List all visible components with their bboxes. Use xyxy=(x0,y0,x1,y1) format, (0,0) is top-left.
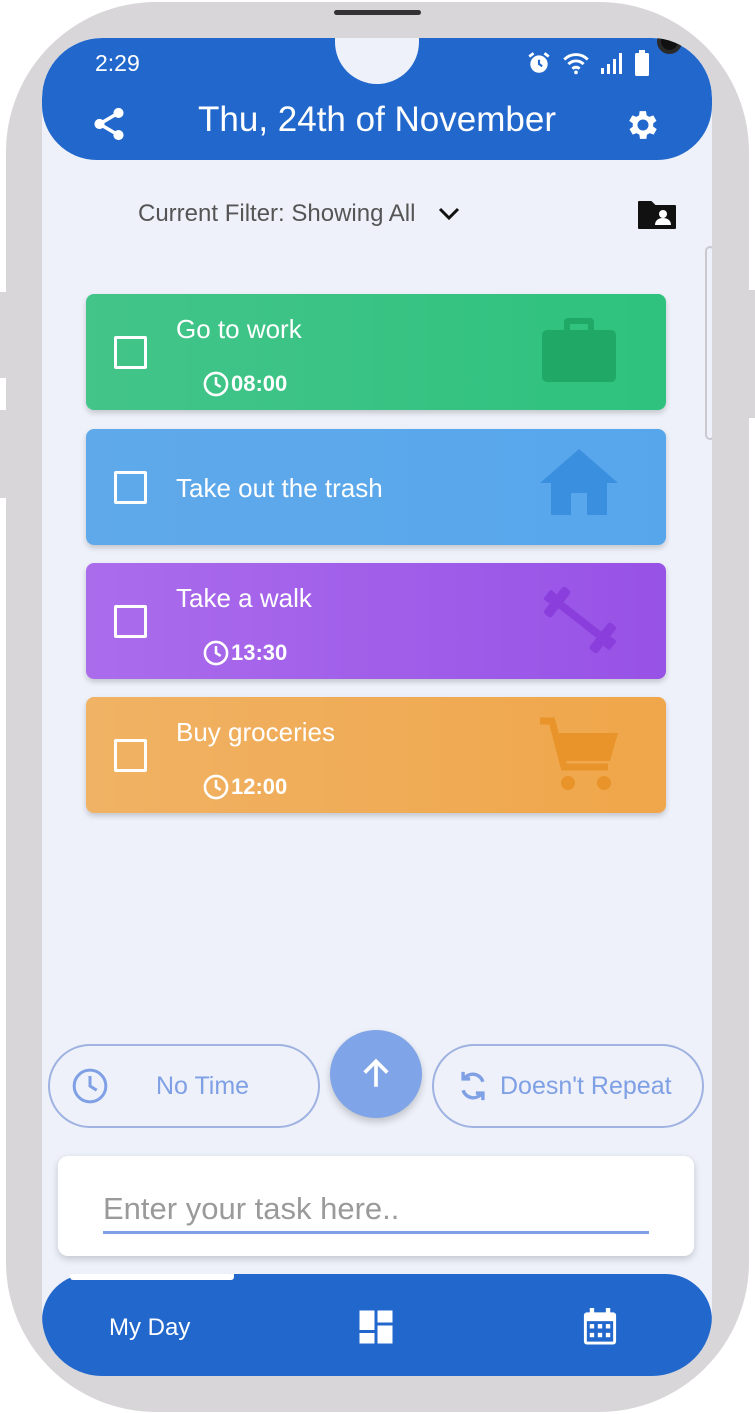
nav-tab-my-day[interactable]: My Day xyxy=(109,1314,190,1342)
app-header: 2:29 Thu, 24th of November xyxy=(42,38,712,160)
side-button-left xyxy=(0,292,8,378)
filter-label: Current Filter: Showing All xyxy=(138,200,416,227)
task-input[interactable] xyxy=(103,1186,649,1234)
clock-icon xyxy=(72,1068,108,1104)
camera-icon xyxy=(657,38,682,54)
side-button-left-2 xyxy=(0,410,8,498)
clock-icon xyxy=(203,640,229,666)
status-time: 2:29 xyxy=(95,50,140,76)
calendar-icon[interactable] xyxy=(582,1308,618,1346)
app-screen: 2:29 Thu, 24th of November Current Filte… xyxy=(42,38,712,1376)
filter-selector[interactable]: Current Filter: Showing All xyxy=(138,200,461,228)
task-input-card xyxy=(58,1156,694,1256)
clock-icon xyxy=(203,371,229,397)
cart-icon xyxy=(540,717,618,790)
battery-icon xyxy=(635,50,649,76)
task-time: 12:00 xyxy=(202,773,287,801)
bottom-nav: My Day xyxy=(42,1274,712,1376)
task-card[interactable]: Take out the trash xyxy=(86,429,666,545)
repeat-picker-button[interactable]: Doesn't Repeat xyxy=(432,1044,704,1128)
alarm-icon xyxy=(528,52,550,73)
task-checkbox[interactable] xyxy=(114,739,147,772)
task-time-label: 12:00 xyxy=(231,774,288,799)
task-time-label: 08:00 xyxy=(231,371,288,396)
camera-notch xyxy=(335,38,682,84)
gear-icon[interactable] xyxy=(624,106,662,144)
task-time: 08:00 xyxy=(202,370,287,398)
briefcase-icon xyxy=(542,318,616,382)
arrow-up-icon xyxy=(363,1058,389,1087)
task-card[interactable]: Go to work 08:00 xyxy=(86,294,666,410)
task-title: Go to work xyxy=(176,314,302,344)
task-checkbox[interactable] xyxy=(114,336,147,369)
side-button-right xyxy=(747,290,755,418)
task-time-label: 13:30 xyxy=(231,640,288,665)
submit-task-button[interactable] xyxy=(330,1030,422,1118)
task-title: Take a walk xyxy=(176,583,312,613)
wifi-icon xyxy=(563,53,589,75)
task-checkbox[interactable] xyxy=(114,605,147,638)
signal-icon xyxy=(601,53,622,74)
dashboard-icon[interactable] xyxy=(358,1309,394,1345)
task-checkbox[interactable] xyxy=(114,471,147,504)
active-tab-indicator xyxy=(70,1274,234,1280)
repeat-icon xyxy=(461,1071,485,1101)
page-title: Thu, 24th of November xyxy=(198,100,556,139)
time-picker-button[interactable]: No Time xyxy=(48,1044,320,1128)
status-icons xyxy=(526,50,650,76)
task-title: Buy groceries xyxy=(176,717,335,747)
time-picker-label: No Time xyxy=(156,1071,250,1100)
repeat-picker-label: Doesn't Repeat xyxy=(500,1071,672,1100)
folder-user-icon[interactable] xyxy=(637,198,677,230)
speaker-grille xyxy=(334,10,421,15)
task-time: 13:30 xyxy=(202,639,287,667)
chevron-down-icon xyxy=(439,207,460,221)
home-icon xyxy=(540,449,618,515)
scrollbar[interactable] xyxy=(705,246,712,440)
task-card[interactable]: Buy groceries 12:00 xyxy=(86,697,666,813)
task-title: Take out the trash xyxy=(176,473,383,503)
task-card[interactable]: Take a walk 13:30 xyxy=(86,563,666,679)
dumbbell-icon xyxy=(543,586,617,654)
clock-icon xyxy=(203,774,229,800)
